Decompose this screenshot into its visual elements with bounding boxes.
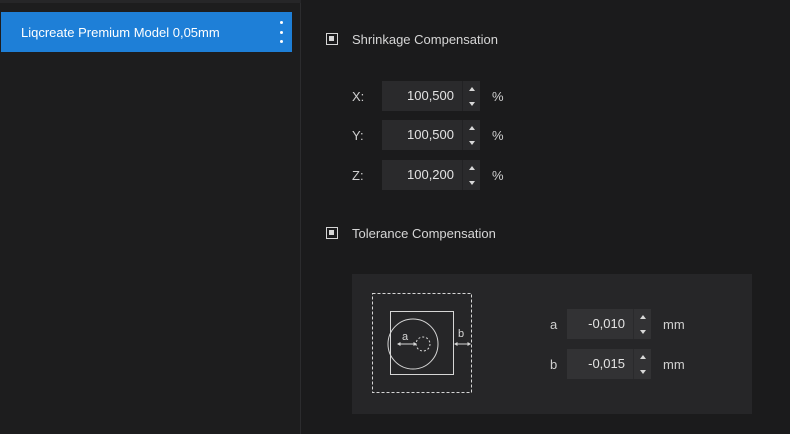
tolerance-b-value[interactable]: -0,015: [567, 349, 633, 379]
tolerance-title: Tolerance Compensation: [352, 225, 496, 241]
unit-label: %: [492, 167, 504, 183]
tolerance-checkbox[interactable]: [326, 227, 338, 239]
decrement-arrow-icon[interactable]: [463, 135, 480, 150]
tolerance-header: Tolerance Compensation: [326, 223, 496, 243]
tolerance-diagram: a b: [372, 293, 472, 393]
shrinkage-x-spinbox[interactable]: 100,500: [382, 81, 480, 111]
compensation-panel: Shrinkage Compensation X: 100,500 % Y: 1…: [302, 0, 790, 434]
tolerance-row-a: a -0,010 mm: [550, 309, 685, 339]
increment-arrow-icon[interactable]: [463, 81, 480, 96]
axis-label-y: Y:: [352, 127, 364, 143]
decrement-arrow-icon[interactable]: [634, 324, 651, 339]
tolerance-label-a: a: [550, 316, 558, 332]
shrinkage-row-y: Y: 100,500 %: [352, 120, 504, 150]
unit-label: mm: [663, 356, 685, 372]
diagram-label-b: b: [458, 328, 464, 340]
shrinkage-row-x: X: 100,500 %: [352, 81, 504, 111]
decrement-arrow-icon[interactable]: [463, 96, 480, 111]
profile-item-selected[interactable]: Liqcreate Premium Model 0,05mm: [1, 12, 292, 52]
decrement-arrow-icon[interactable]: [463, 175, 480, 190]
increment-arrow-icon[interactable]: [463, 120, 480, 135]
axis-label-x: X:: [352, 88, 365, 104]
increment-arrow-icon[interactable]: [463, 160, 480, 175]
inner-dashed-circle: [415, 336, 431, 352]
shrinkage-title: Shrinkage Compensation: [352, 31, 498, 47]
more-options-icon[interactable]: [278, 21, 284, 43]
unit-label: mm: [663, 316, 685, 332]
tolerance-a-value[interactable]: -0,010: [567, 309, 633, 339]
decrement-arrow-icon[interactable]: [634, 364, 651, 379]
tolerance-label-b: b: [550, 356, 558, 372]
axis-label-z: Z:: [352, 167, 364, 183]
tolerance-a-spinbox[interactable]: -0,010: [567, 309, 651, 339]
profile-sidebar: Liqcreate Premium Model 0,05mm: [0, 0, 301, 434]
profile-item-label: Liqcreate Premium Model 0,05mm: [21, 24, 220, 40]
shrinkage-z-value[interactable]: 100,200: [382, 160, 462, 190]
shrinkage-header: Shrinkage Compensation: [326, 29, 498, 49]
increment-arrow-icon[interactable]: [634, 349, 651, 364]
diagram-label-a: a: [402, 331, 409, 343]
shrinkage-row-z: Z: 100,200 %: [352, 160, 504, 190]
shrinkage-checkbox[interactable]: [326, 33, 338, 45]
tolerance-row-b: b -0,015 mm: [550, 349, 685, 379]
shrinkage-y-spinbox[interactable]: 100,500: [382, 120, 480, 150]
tolerance-b-spinbox[interactable]: -0,015: [567, 349, 651, 379]
tolerance-panel: a b a -0,010 mm b -0,015 mm: [352, 274, 752, 414]
shrinkage-z-spinbox[interactable]: 100,200: [382, 160, 480, 190]
increment-arrow-icon[interactable]: [634, 309, 651, 324]
sidebar-top-edge: [0, 0, 301, 3]
unit-label: %: [492, 127, 504, 143]
shrinkage-x-value[interactable]: 100,500: [382, 81, 462, 111]
unit-label: %: [492, 88, 504, 104]
shrinkage-y-value[interactable]: 100,500: [382, 120, 462, 150]
